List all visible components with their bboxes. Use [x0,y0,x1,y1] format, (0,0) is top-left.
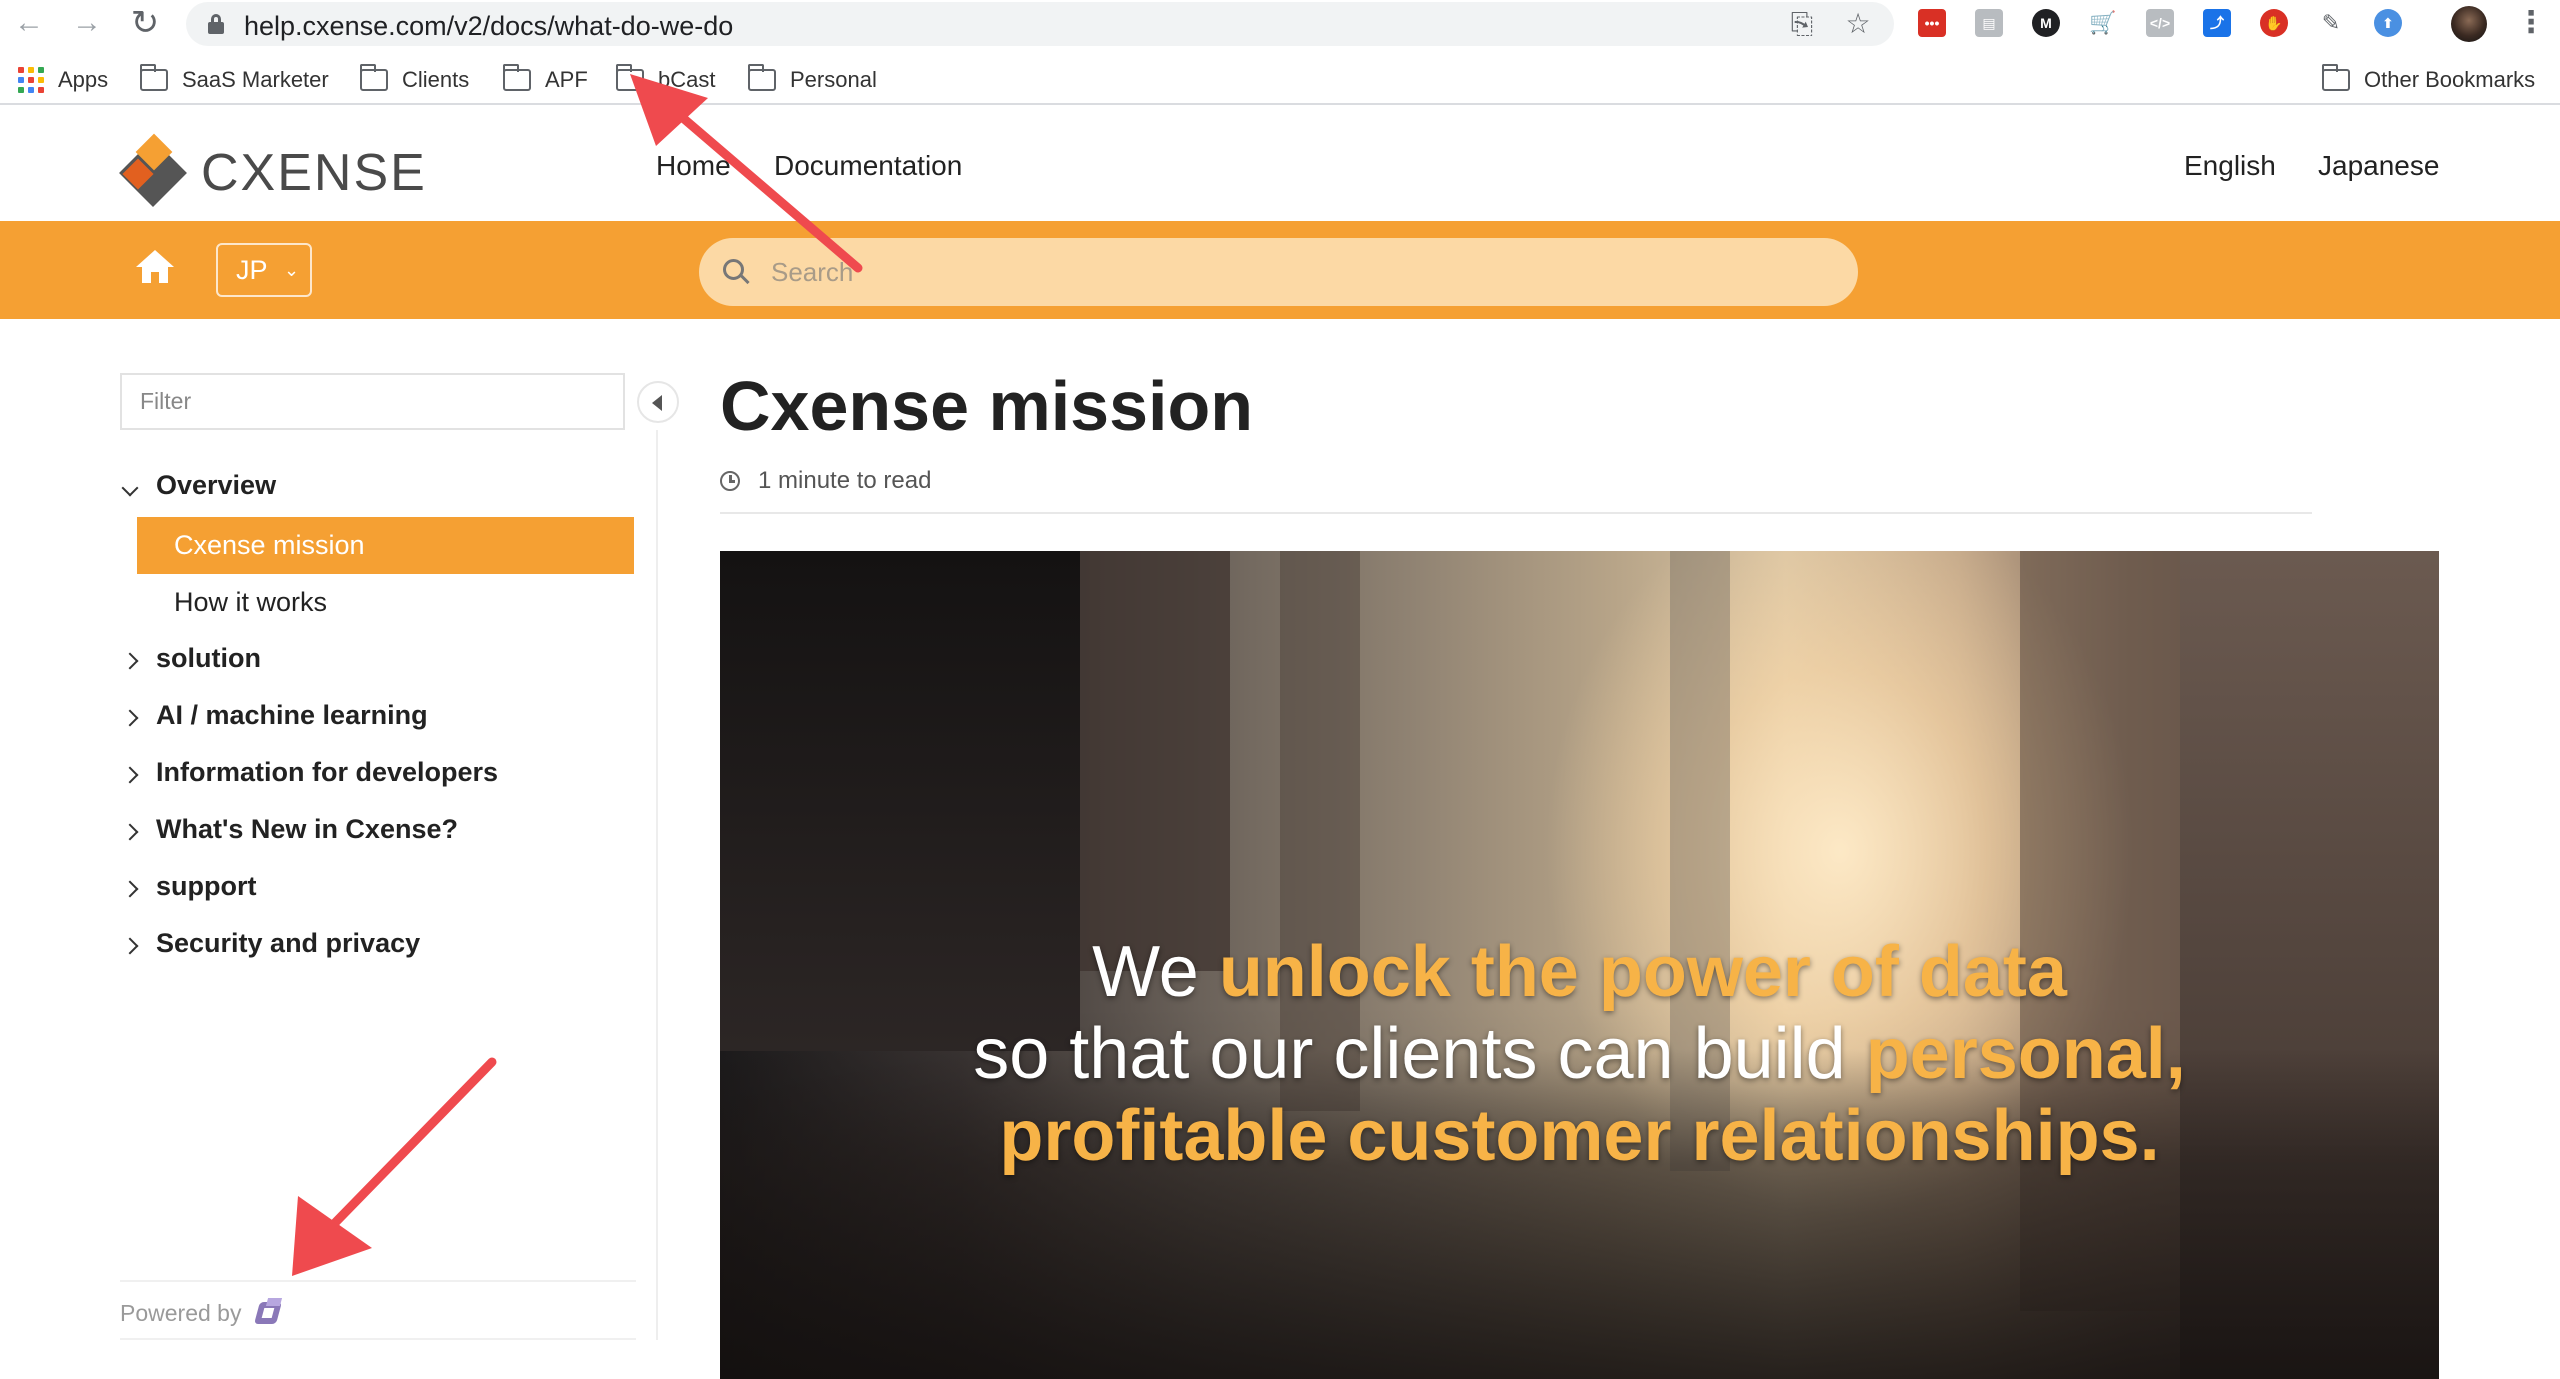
bookmark-label: Clients [402,67,470,92]
ext-code-icon[interactable]: </> [2146,9,2174,37]
hero-line2-plain: so that our clients can build [973,1014,1866,1094]
powered-by[interactable]: Powered by [120,1296,287,1330]
clock-icon [720,471,740,491]
tree-item-solution[interactable]: solution [121,643,261,674]
bookmark-label: APF [545,67,588,92]
reload-icon[interactable]: ↻ [128,6,162,40]
language-select[interactable]: JP ⌄ [216,243,312,297]
title-divider [720,512,2312,514]
apps-grid-icon [18,67,44,93]
lang-english[interactable]: English [2184,150,2276,182]
bookmark-apf[interactable]: APF [502,64,588,95]
hero-line1-highlight: unlock the power of data [1218,932,2067,1012]
bookmark-other[interactable]: Other Bookmarks [2321,64,2536,95]
tree-item-label: AI / machine learning [156,700,428,730]
language-select-value: JP [236,255,268,285]
lang-japanese[interactable]: Japanese [2318,150,2439,182]
tree-item-label: support [156,871,257,901]
document360-logo-icon [253,1296,287,1330]
annotation-arrow-bottom [292,1057,497,1276]
translate-icon[interactable]: ⎘ [1787,9,1817,39]
chevron-down-icon [121,470,139,501]
read-time: 1 minute to read [720,467,931,495]
cxense-logo[interactable]: CXENSE [117,133,427,209]
search-input[interactable] [771,238,1831,306]
bookmark-saas-marketer[interactable]: SaaS Marketer [139,64,329,95]
read-time-label: 1 minute to read [758,467,932,494]
tree-item-support[interactable]: support [121,871,257,902]
tree-item-security[interactable]: Security and privacy [121,928,421,959]
chevron-right-icon [121,814,139,845]
powered-by-label: Powered by [120,1299,242,1326]
bookmark-label: SaaS Marketer [182,67,329,92]
forward-arrow-icon[interactable]: → [70,6,104,40]
ext-shield-icon[interactable]: ⬆ [2374,9,2402,37]
site-header: CXENSE Home Documentation English Japane… [0,107,2560,221]
bookmarks-bar: Apps SaaS Marketer Clients APF bCast Per… [0,59,2560,105]
search-toolbar: JP ⌄ [0,221,2560,319]
ext-red-icon[interactable]: ••• [1918,9,1946,37]
chevron-right-icon [121,643,139,674]
ext-clipboard-icon[interactable]: ▤ [1975,9,2003,37]
hero-line1-plain: We [1092,932,1219,1012]
address-bar[interactable]: help.cxense.com/v2/docs/what-do-we-do ⎘ … [186,2,1894,46]
chevron-right-icon [121,871,139,902]
ext-cart-icon[interactable]: 🛒 [2089,9,2117,37]
tree-item-how-it-works[interactable]: How it works [137,574,634,631]
lock-icon[interactable] [208,14,224,34]
tree-item-cxense-mission[interactable]: Cxense mission [137,517,634,574]
bookmark-label: Apps [58,67,109,92]
ext-stop-icon[interactable]: ✋ [2260,9,2288,37]
tree-item-label: solution [156,643,261,673]
chevron-right-icon [121,700,139,731]
cxense-logo-icon [117,133,189,209]
bookmark-apps[interactable]: Apps [18,65,108,95]
tree-item-overview[interactable]: Overview [121,470,277,501]
bookmark-label: Other Bookmarks [2364,67,2536,92]
tree-item-label: What's New in Cxense? [156,814,458,844]
filter-input[interactable] [120,373,625,430]
ext-m-icon[interactable]: M [2032,9,2060,37]
back-arrow-icon[interactable]: ← [12,6,46,40]
bookmark-star-icon[interactable]: ☆ [1843,9,1873,39]
tree-item-label: Information for developers [156,757,499,787]
chevron-down-icon: ⌄ [284,260,300,280]
ext-blue-icon[interactable]: ⤴ [2203,9,2231,37]
folder-icon [139,64,168,91]
powered-divider [120,1338,636,1340]
tree-item-whats-new[interactable]: What's New in Cxense? [121,814,458,845]
page-title: Cxense mission [720,367,1253,445]
folder-icon [502,64,531,91]
profile-avatar[interactable] [2451,6,2487,42]
collapse-sidebar-button[interactable] [637,381,679,423]
hero-line2-highlight: personal, [1865,1014,2186,1094]
home-icon[interactable] [136,250,174,284]
tree-item-ai-ml[interactable]: AI / machine learning [121,700,428,731]
tree-item-developers[interactable]: Information for developers [121,757,499,788]
chevron-right-icon [121,928,139,959]
folder-icon [2321,64,2350,91]
hero-text: We unlock the power of data so that our … [720,931,2439,1177]
folder-icon [359,64,388,91]
chevron-right-icon [121,757,139,788]
tree-item-label: Overview [156,470,277,500]
sidebar-divider [656,430,658,1340]
tree-item-label: Security and privacy [156,928,421,958]
logo-text: CXENSE [201,144,427,202]
url-text[interactable]: help.cxense.com/v2/docs/what-do-we-do [244,11,733,42]
hero-image: We unlock the power of data so that our … [720,551,2439,1379]
bookmark-clients[interactable]: Clients [359,64,470,95]
hero-line3-highlight: profitable customer relationships. [999,1096,2160,1176]
browser-toolbar: ← → ↻ help.cxense.com/v2/docs/what-do-we… [0,0,2560,46]
ext-pen-icon[interactable]: ✎ [2317,9,2345,37]
browser-menu-icon[interactable]: ⋮ [2516,4,2546,42]
annotation-arrow-top [630,74,863,273]
